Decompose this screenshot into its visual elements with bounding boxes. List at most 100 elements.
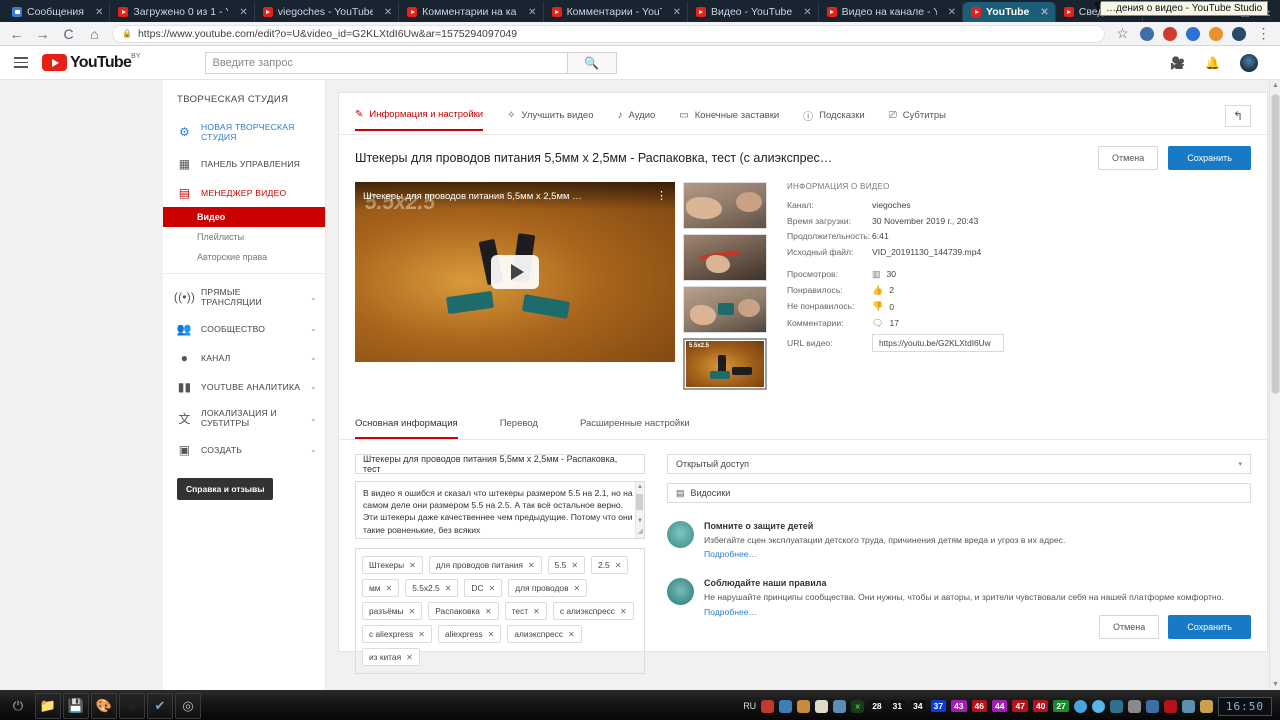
resize-grip-icon[interactable]: ◢ [638,527,643,537]
system-tray[interactable]: RU ⩙ 28 31 34 37 43 46 44 47 40 27 16:50 [743,696,1277,716]
chevron-down-icon[interactable]: ⌄ [310,382,317,391]
browser-tab[interactable]: Сообщения ✕ [4,2,111,22]
monitor-value[interactable]: 34 [910,700,926,712]
sidebar-item-live[interactable]: ((•)) ПРЯМЫЕ ТРАНСЛЯЦИИ ⌄ [163,280,325,314]
tag-chip[interactable]: для проводов питания ✕ [428,556,542,574]
taskbar-clock[interactable]: 16:50 [1217,696,1272,716]
play-button[interactable] [491,255,539,289]
notifications-bell-icon[interactable]: 🔔 [1205,56,1220,70]
help-icon[interactable] [1091,699,1105,713]
reload-icon[interactable]: C [60,26,77,42]
player-menu-icon[interactable]: ⋮ [656,191,667,202]
flag-icon[interactable] [1109,699,1123,713]
tab-close-icon[interactable]: ✕ [803,7,811,18]
tab-close-icon[interactable]: ✕ [95,7,103,18]
tag-chip[interactable]: aliexpress ✕ [437,625,502,643]
close-icon[interactable]: ✕ [488,630,495,639]
volume-icon[interactable] [1181,699,1195,713]
close-icon[interactable]: ✕ [533,607,540,616]
mute-icon[interactable] [1163,699,1177,713]
windows-taskbar[interactable]: ⏻ 📁 💾 🎨 ◉ ✔ ◎ RU ⩙ 28 31 34 37 43 46 44 … [0,690,1280,720]
cancel-button-top[interactable]: Отмена [1097,146,1159,170]
close-icon[interactable]: ✕ [574,584,581,593]
browser-tab[interactable]: Загружено 0 из 1 - You ✕ [110,2,255,22]
sidebar-item-translations[interactable]: 文 ЛОКАЛИЗАЦИЯ И СУБТИТРЫ ⌄ [163,401,325,435]
policy-learn-more-link[interactable]: Подробнее… [704,607,757,617]
bookmark-star-icon[interactable]: ☆ [1114,25,1131,42]
video-url-input[interactable]: https://youtu.be/G2KLXtdI6Uw [872,333,1004,353]
scroll-down-icon[interactable]: ▼ [637,517,643,526]
sidebar-item-playlists[interactable]: Плейлисты [163,227,325,247]
playlist-select[interactable]: ▤ Видосики [667,483,1251,503]
tag-chip[interactable]: 5.5 ✕ [547,556,586,574]
obs-icon[interactable]: ◎ [175,693,201,719]
close-icon[interactable]: ✕ [406,653,413,662]
sidebar-item-video-manager[interactable]: ▤ МЕНЕДЖЕР ВИДЕО [163,178,325,207]
home-icon[interactable]: ⌂ [86,26,103,42]
tag-chip[interactable]: с aliexpress ✕ [362,625,432,643]
tab-close-icon[interactable]: ✕ [384,7,392,18]
search-input[interactable]: Введите запрос [204,51,568,74]
tab-subtitles[interactable]: ⎚ Субтитры [889,110,946,130]
file-explorer-icon[interactable]: 📁 [35,693,61,719]
editor-tabs[interactable]: ✎ Информация и настройки ✧ Улучшить виде… [339,93,1267,135]
extension-icon-docs[interactable] [1186,26,1200,41]
help-feedback-button[interactable]: Справка и отзывы [177,478,274,500]
back-button[interactable]: ↰ [1225,105,1251,127]
close-icon[interactable]: ✕ [409,607,416,616]
browser-tab[interactable]: Видео - YouTube ✕ [688,2,819,22]
search-icon[interactable]: 🔍 [567,51,617,74]
tab-close-icon[interactable]: ✕ [528,7,536,18]
chrome-icon[interactable]: ◉ [119,693,145,719]
subtab-basic-info[interactable]: Основная информация [355,418,458,439]
scroll-up-icon[interactable]: ▲ [1272,82,1279,89]
network-icon[interactable] [1145,699,1159,713]
tag-chip[interactable]: из китая ✕ [362,648,420,666]
close-icon[interactable]: ✕ [620,607,627,616]
tab-close-icon[interactable]: ✕ [673,7,681,18]
start-button[interactable]: ⏻ [3,693,33,719]
video-description-textarea[interactable]: В видео я ошибся и сказал что штекеры ра… [355,481,645,539]
sidebar-item-analytics[interactable]: ▮▮ YOUTUBE АНАЛИТИКА ⌄ [163,372,325,401]
save-button-top[interactable]: Сохранить [1168,146,1251,170]
tray-icon-2[interactable] [779,699,793,713]
browser-url-bar[interactable]: ← → C ⌂ 🔒 https://www.youtube.com/edit?o… [0,22,1280,46]
chevron-down-icon[interactable]: ⌄ [310,324,317,333]
tag-chip[interactable]: 2.5 ✕ [591,556,629,574]
sidebar-item-dashboard[interactable]: ▦ ПАНЕЛЬ УПРАВЛЕНИЯ [163,149,325,178]
address-input[interactable]: 🔒 https://www.youtube.com/edit?o=U&video… [112,24,1105,43]
browser-tab-strip[interactable]: Сообщения ✕ Загружено 0 из 1 - You ✕ vie… [0,0,1280,22]
extension-icon-1[interactable] [1140,26,1154,41]
scroll-up-icon[interactable]: ▲ [637,483,643,492]
tag-chip[interactable]: Штекеры ✕ [362,556,423,574]
scrollbar-thumb[interactable] [1271,94,1280,394]
battery-icon[interactable] [1199,699,1213,713]
custom-thumbnail-option[interactable]: 5.5x2.5 [683,338,767,390]
paint-icon[interactable]: 🎨 [91,693,117,719]
tags-input[interactable]: Штекеры ✕ для проводов питания ✕ 5.5 ✕ 2.5 ✕… [355,548,645,674]
tag-chip[interactable]: DC ✕ [464,579,503,597]
tab-close-icon[interactable]: ✕ [1040,7,1048,18]
language-indicator[interactable]: RU [743,701,756,711]
chevron-down-icon[interactable]: ▾ [1238,460,1242,468]
tag-chip[interactable]: тест ✕ [504,602,547,620]
subtab-translation[interactable]: Перевод [500,418,538,439]
tab-cards[interactable]: ⓘ Подсказки [803,108,865,132]
monitor-value[interactable]: 40 [1032,700,1049,712]
video-player[interactable]: 5.5x2.5 Штекеры для проводов питания 5,5… [355,182,675,362]
close-icon[interactable]: ✕ [528,561,535,570]
thumbnail-list[interactable]: 5.5x2.5 [683,182,767,390]
browser-tab[interactable]: Комментарии на канал ✕ [399,2,544,22]
close-icon[interactable]: ✕ [615,561,622,570]
info-icon[interactable] [1073,699,1087,713]
scroll-down-icon[interactable]: ▼ [1272,681,1279,688]
tab-close-icon[interactable]: ✕ [948,7,956,18]
close-icon[interactable]: ✕ [489,584,496,593]
sidebar-item-channel[interactable]: ● КАНАЛ ⌄ [163,343,325,372]
avatar[interactable] [1240,53,1258,72]
subtab-advanced[interactable]: Расширенные настройки [580,418,690,439]
video-title-input[interactable]: Штекеры для проводов питания 5,5мм х 2,5… [355,454,645,474]
tab-endscreens[interactable]: ▭ Конечные заставки [679,110,779,130]
sidebar-item-create[interactable]: ▣ СОЗДАТЬ ⌄ [163,435,325,464]
tag-chip[interactable]: с алиэкспресс ✕ [552,602,634,620]
